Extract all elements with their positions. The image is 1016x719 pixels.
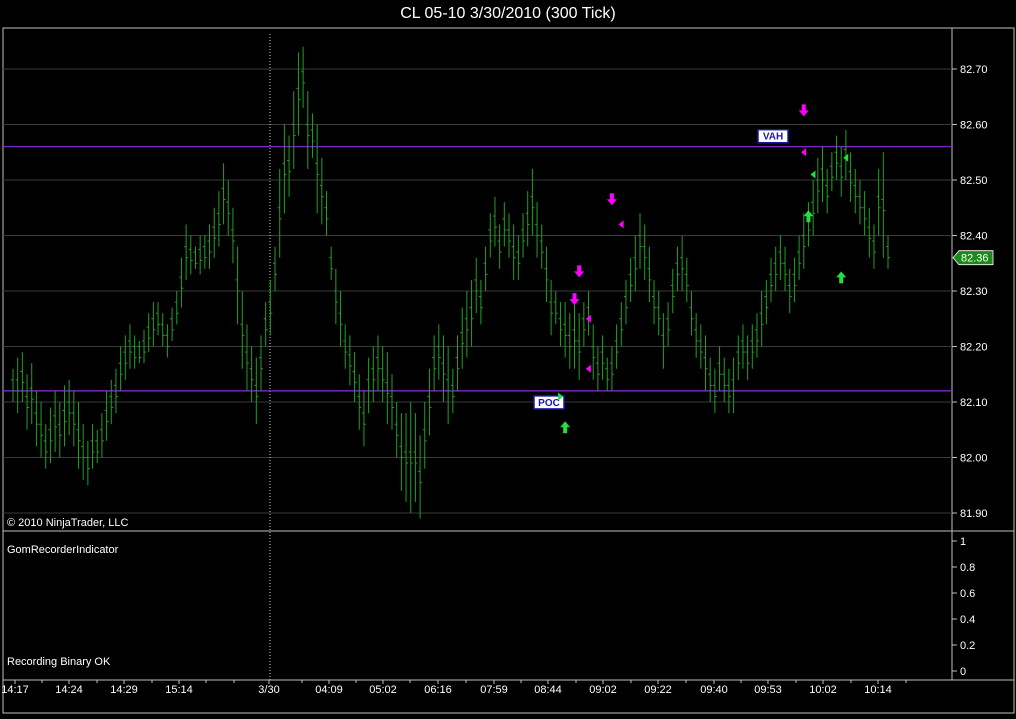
time-tick-label: 15:14 (165, 684, 193, 696)
price-tick-label: 82.50 (960, 175, 988, 187)
indicator-tick-label: 0 (960, 666, 966, 678)
indicator-tick-label: 1 (960, 536, 966, 548)
indicator-tick-label: 0.4 (960, 614, 975, 626)
price-tick-label: 81.90 (960, 508, 988, 520)
price-bars (11, 46, 890, 519)
indicator-tick-label: 0.2 (960, 640, 975, 652)
time-tick-label: 09:02 (589, 684, 617, 696)
triangle-marker-icon (810, 170, 816, 179)
signal-markers (558, 104, 849, 434)
time-tick-label: 05:02 (369, 684, 397, 696)
indicator-status: Recording Binary OK (7, 656, 111, 668)
up-arrow-icon (803, 210, 814, 223)
price-tick-label: 82.20 (960, 342, 988, 354)
time-tick-label: 09:53 (754, 684, 782, 696)
price-tick-label: 82.10 (960, 397, 988, 409)
down-arrow-icon (798, 104, 809, 117)
price-tick-label: 82.30 (960, 286, 988, 298)
time-tick-label: 14:17 (1, 684, 29, 696)
indicator-tick-label: 0.8 (960, 562, 975, 574)
time-axis: 14:17 14:24 14:29 15:14 3/30 04:09 05:02 06:16 0… (1, 680, 907, 696)
indicator-tick-label: 0.6 (960, 588, 975, 600)
chart-frame (2, 27, 1015, 714)
indicator-name: GomRecorderIndicator (7, 544, 119, 556)
price-tick-label: 82.70 (960, 64, 988, 76)
price-axis: 82.70 82.60 82.50 82.40 82.30 82.20 82.10 82.00… (952, 64, 988, 520)
down-arrow-icon (574, 265, 585, 278)
time-tick-label: 14:29 (110, 684, 138, 696)
down-arrow-icon (606, 193, 617, 206)
time-tick-label: 09:40 (700, 684, 728, 696)
price-tick-label: 82.60 (960, 120, 988, 132)
triangle-marker-icon (618, 220, 624, 229)
volume-profile-levels: VAH POC (3, 128, 952, 410)
time-tick-label: 06:16 (424, 684, 452, 696)
time-tick-label: 08:44 (534, 684, 562, 696)
chart-canvas[interactable]: 82.70 82.60 82.50 82.40 82.30 82.20 82.10 82.00… (0, 0, 1016, 719)
copyright-text: © 2010 NinjaTrader, LLC (7, 517, 128, 529)
up-arrow-icon (836, 271, 847, 284)
time-tick-label: 04:09 (315, 684, 343, 696)
time-tick-label: 09:22 (644, 684, 672, 696)
level-label-vah: VAH (763, 132, 783, 143)
time-tick-label: 10:14 (864, 684, 892, 696)
up-arrow-icon (560, 421, 571, 434)
time-tick-label: 07:59 (480, 684, 508, 696)
price-tick-label: 82.00 (960, 453, 988, 465)
price-tick-label: 82.40 (960, 231, 988, 243)
time-tick-label: 3/30 (258, 684, 279, 696)
triangle-marker-icon (585, 364, 591, 373)
down-arrow-icon (569, 293, 580, 306)
last-price-label: 82.36 (961, 253, 989, 265)
time-tick-label: 10:02 (809, 684, 837, 696)
last-price-box: 82.36 (952, 250, 994, 266)
time-tick-label: 14:24 (55, 684, 83, 696)
level-label-poc: POC (538, 398, 560, 409)
indicator-axis: 1 0.8 0.6 0.4 0.2 0 (952, 536, 975, 678)
triangle-marker-icon (801, 148, 807, 157)
